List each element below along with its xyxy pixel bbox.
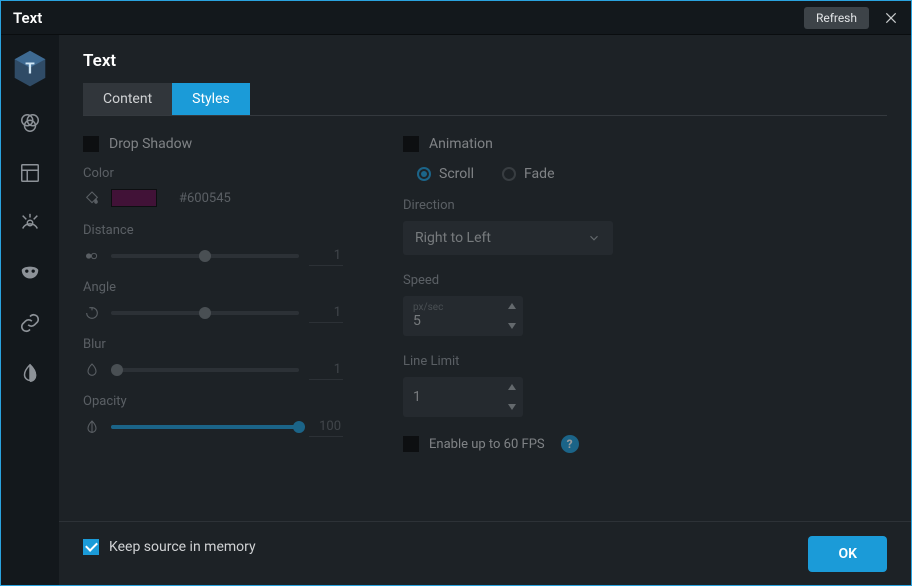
opacity-label: Opacity [83,394,343,409]
refresh-button[interactable]: Refresh [804,7,869,29]
keep-in-memory-label: Keep source in memory [109,539,256,555]
scroll-radio-label: Scroll [439,166,474,182]
distance-input[interactable] [309,246,343,266]
close-icon[interactable] [879,6,903,30]
layout-icon[interactable] [14,157,46,189]
fade-radio[interactable]: Fade [502,166,554,182]
color-swatch[interactable] [111,189,157,207]
scroll-radio[interactable]: Scroll [417,166,474,182]
color-label: Color [83,166,343,181]
help-icon[interactable]: ? [561,435,579,453]
direction-value: Right to Left [415,230,491,246]
drop-shadow-group: Drop Shadow Color #600545 Distance [83,136,343,521]
angle-input[interactable] [309,303,343,323]
linelimit-stepper[interactable]: 1 [403,377,523,417]
speed-stepper[interactable]: px/sec 5 [403,296,523,336]
angle-label: Angle [83,280,343,295]
chevron-down-icon [587,231,601,245]
blur-icon [83,361,101,379]
animation-label: Animation [429,136,493,152]
filters-icon[interactable] [14,107,46,139]
fade-radio-label: Fade [524,166,554,182]
fps-label: Enable up to 60 FPS [429,437,545,452]
link-icon[interactable] [14,307,46,339]
speed-value: 5 [413,313,491,330]
keep-in-memory-checkbox[interactable]: Keep source in memory [83,539,256,555]
titlebar: Text Refresh [1,1,911,35]
distance-icon [83,247,101,265]
paint-bucket-icon [83,189,101,207]
tab-row: Content Styles [83,83,887,116]
blur-input[interactable] [309,360,343,380]
ok-button[interactable]: OK [808,536,887,572]
drop-shadow-label: Drop Shadow [109,136,192,152]
speed-unit: px/sec [413,303,491,313]
speed-step-down[interactable] [501,316,523,336]
color-hex-value: #600545 [179,191,231,206]
linelimit-step-up[interactable] [501,377,523,397]
linelimit-step-down[interactable] [501,397,523,417]
svg-text:T: T [25,60,35,78]
distance-label: Distance [83,223,343,238]
direction-label: Direction [403,198,743,213]
window-title: Text [13,9,804,27]
animation-checkbox[interactable]: Animation [403,136,743,152]
linelimit-value: 1 [413,389,491,406]
footer: Keep source in memory OK [59,521,911,585]
opacity-input[interactable] [309,417,343,437]
panel-title: Text [83,51,887,71]
fps-checkbox[interactable]: Enable up to 60 FPS ? [403,435,743,453]
iconbar: T [1,35,59,585]
source-type-icon: T [13,49,47,87]
drop-shadow-checkbox[interactable]: Drop Shadow [83,136,343,152]
linelimit-label: Line Limit [403,354,743,369]
animation-group: Animation Scroll Fade Direction Right to… [403,136,743,521]
mask-icon[interactable] [14,257,46,289]
opacity-icon [83,418,101,436]
content-panel: Text Content Styles Drop Shadow Color [59,35,911,585]
speed-label: Speed [403,273,743,288]
direction-dropdown[interactable]: Right to Left [403,221,613,255]
blur-label: Blur [83,337,343,352]
tab-styles[interactable]: Styles [172,83,250,115]
opacity-slider[interactable] [111,425,299,429]
effects-icon[interactable] [14,207,46,239]
contrast-icon[interactable] [14,357,46,389]
blur-slider[interactable] [111,368,299,372]
tab-content[interactable]: Content [83,83,172,115]
angle-icon [83,304,101,322]
distance-slider[interactable] [111,254,299,258]
speed-step-up[interactable] [501,296,523,316]
angle-slider[interactable] [111,311,299,315]
